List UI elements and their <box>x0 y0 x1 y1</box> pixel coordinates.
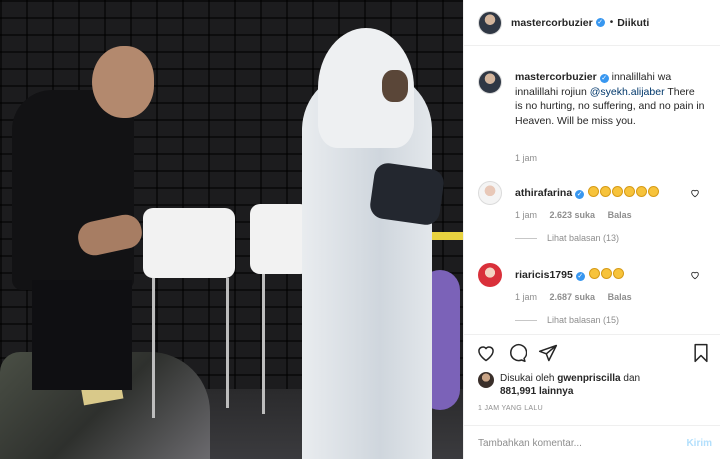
crying-emoji-icon <box>588 186 600 197</box>
crying-emoji-icon <box>648 186 660 197</box>
liked-by-text: Disukai oleh gwenpriscilla dan 881,991 l… <box>500 372 640 398</box>
sad-emoji-icon <box>600 268 612 279</box>
sad-emoji-icon <box>588 268 600 279</box>
photo-chair-leg <box>262 274 265 414</box>
liked-by-summary: Disukai oleh gwenpriscilla dan 881,991 l… <box>478 372 640 398</box>
verified-badge-icon: ✓ <box>575 272 585 281</box>
post-timestamp[interactable]: 1 JAM YANG LALU <box>478 405 543 412</box>
separator-dot: • <box>609 17 614 28</box>
replies-divider-line <box>515 237 537 239</box>
post-photo[interactable] <box>0 0 463 459</box>
caption-username[interactable]: mastercorbuzier <box>515 71 597 83</box>
photo-chair-left <box>143 208 235 278</box>
caption-text: mastercorbuzier ✓ innalillahi wa innalill… <box>515 70 705 128</box>
follow-status-button[interactable]: Diikuti <box>617 17 649 29</box>
comment-body: riaricis1795 ✓ <box>515 268 624 281</box>
comment-item: riaricis1795 ✓ 1 jam 2.687 suka Balas Lih… <box>478 263 714 325</box>
caption-author-avatar[interactable] <box>478 70 502 94</box>
comment-username[interactable]: athirafarina <box>515 187 572 199</box>
comment-like-count[interactable]: 2.623 suka <box>550 210 596 220</box>
like-count[interactable]: 881,991 <box>500 386 536 397</box>
verified-badge-icon: ✓ <box>599 74 609 83</box>
photo-person-left-legs <box>32 280 132 390</box>
liked-by-conj: dan <box>623 373 641 384</box>
crying-emoji-icon <box>612 186 624 197</box>
view-replies-label[interactable]: Lihat balasan (15) <box>547 315 619 325</box>
view-replies-label[interactable]: Lihat balasan (13) <box>547 233 619 243</box>
author-username[interactable]: mastercorbuzier <box>511 17 593 29</box>
commenter-avatar[interactable] <box>478 181 502 205</box>
liked-by-prefix: Disukai oleh <box>500 373 555 384</box>
share-icon[interactable] <box>538 343 558 363</box>
comment-reply-button[interactable]: Balas <box>608 210 632 220</box>
instagram-post-modal: mastercorbuzier ✓ • Diikuti mastercorbuz… <box>0 0 720 459</box>
post-comment-button[interactable]: Kirim <box>686 438 712 449</box>
replies-divider-line <box>515 319 537 321</box>
comment-body: athirafarina ✓ <box>515 186 660 199</box>
add-comment-bar: Kirim <box>464 425 720 459</box>
post-header: mastercorbuzier ✓ • Diikuti <box>464 0 720 46</box>
comment-item: athirafarina ✓ 1 jam 2.623 suka Balas Lih… <box>478 181 714 243</box>
view-replies-toggle[interactable]: Lihat balasan (13) <box>515 233 714 243</box>
comment-timestamp[interactable]: 1 jam <box>515 210 537 220</box>
post-side-panel: mastercorbuzier ✓ • Diikuti mastercorbuz… <box>463 0 720 459</box>
bookmark-icon[interactable] <box>691 343 711 363</box>
comment-like-heart-icon[interactable] <box>690 270 700 280</box>
photo-person-left-head <box>92 46 154 118</box>
caption-mention-link[interactable]: @syekh.alijaber <box>590 86 665 98</box>
post-caption: mastercorbuzier ✓ innalillahi wa innalill… <box>478 70 714 128</box>
comment-meta: 1 jam 2.623 suka Balas <box>515 210 714 220</box>
verified-badge-icon: ✓ <box>575 190 585 199</box>
add-comment-input[interactable] <box>478 434 668 452</box>
photo-person-left-body <box>12 90 134 290</box>
crying-emoji-icon <box>624 186 636 197</box>
photo-person-right-face <box>382 70 408 102</box>
comment-emoji-group <box>587 186 660 199</box>
like-heart-icon[interactable] <box>476 343 496 363</box>
comment-like-count[interactable]: 2.687 suka <box>550 292 596 302</box>
comment-emoji-group <box>588 268 624 281</box>
like-count-suffix[interactable]: lainnya <box>539 386 573 397</box>
liker-avatar[interactable] <box>478 372 494 388</box>
action-icons-row <box>476 343 569 363</box>
liked-by-user[interactable]: gwenpriscilla <box>557 373 620 384</box>
comment-like-heart-icon[interactable] <box>690 188 700 198</box>
post-actions-section: Disukai oleh gwenpriscilla dan 881,991 l… <box>464 334 720 459</box>
caption-timestamp[interactable]: 1 jam <box>515 153 537 163</box>
author-avatar[interactable] <box>478 10 502 35</box>
comment-timestamp[interactable]: 1 jam <box>515 292 537 302</box>
comment-meta: 1 jam 2.687 suka Balas <box>515 292 714 302</box>
commenter-avatar[interactable] <box>478 263 502 287</box>
crying-emoji-icon <box>600 186 612 197</box>
comment-icon[interactable] <box>507 343 527 363</box>
sad-emoji-icon <box>612 268 624 279</box>
photo-arm-sling <box>368 161 446 227</box>
comment-reply-button[interactable]: Balas <box>608 292 632 302</box>
crying-emoji-icon <box>636 186 648 197</box>
verified-badge-icon: ✓ <box>595 18 605 27</box>
view-replies-toggle[interactable]: Lihat balasan (15) <box>515 315 714 325</box>
photo-chair-right <box>250 204 310 274</box>
comment-username[interactable]: riaricis1795 <box>515 269 573 281</box>
photo-chair-leg <box>226 278 229 408</box>
photo-chair-leg <box>152 278 155 418</box>
